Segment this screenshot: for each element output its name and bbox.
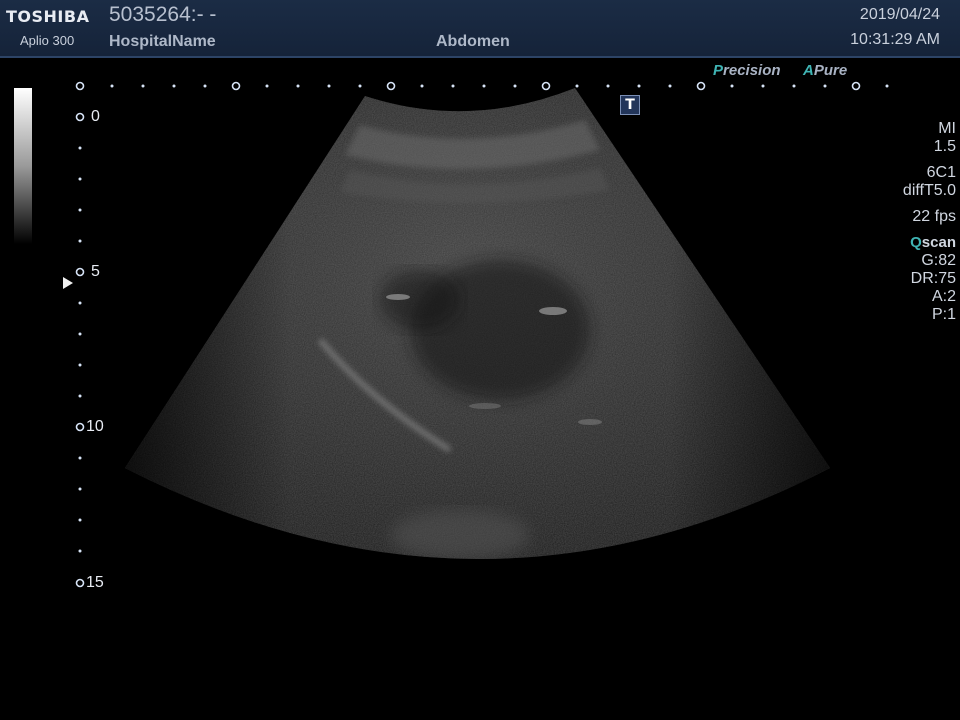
depth-label-15: 15 <box>86 574 104 591</box>
gain-value: G:82 <box>921 252 956 269</box>
probe-name: 6C1 <box>926 164 956 181</box>
imaging-parameters: MI 1.5 6C1 diffT5.0 22 fps Qscan G:82 DR… <box>866 120 956 324</box>
focus-marker-icon <box>63 277 73 289</box>
transducer-orientation-icon: T <box>620 95 640 115</box>
depth-label-0: 0 <box>91 108 100 125</box>
depth-label-5: 5 <box>91 263 100 280</box>
a-value: A:2 <box>931 288 956 305</box>
frame-rate: 22 fps <box>912 208 956 225</box>
dynamic-range-value: DR:75 <box>910 270 956 287</box>
depth-scale <box>75 112 85 588</box>
precision-rest: recision <box>723 62 781 79</box>
precision-accent: P <box>713 62 724 79</box>
qscan-q: Q <box>910 234 922 251</box>
depth-label-10: 10 <box>86 418 104 435</box>
qscan-rest: scan <box>921 234 956 251</box>
imaging-mode: diffT5.0 <box>902 182 956 199</box>
mi-value: 1.5 <box>933 138 956 155</box>
apure-accent: A <box>803 62 814 79</box>
lateral-scale <box>75 81 889 91</box>
qscan-label: Qscan <box>866 234 956 252</box>
precision-mode-label: Precision <box>713 62 781 79</box>
sector-region <box>125 88 830 559</box>
apure-mode-label: APure <box>803 62 847 79</box>
p-value: P:1 <box>931 306 956 323</box>
ultrasound-image <box>75 81 889 588</box>
apure-rest: Pure <box>813 62 848 79</box>
mi-label: MI <box>938 120 956 137</box>
